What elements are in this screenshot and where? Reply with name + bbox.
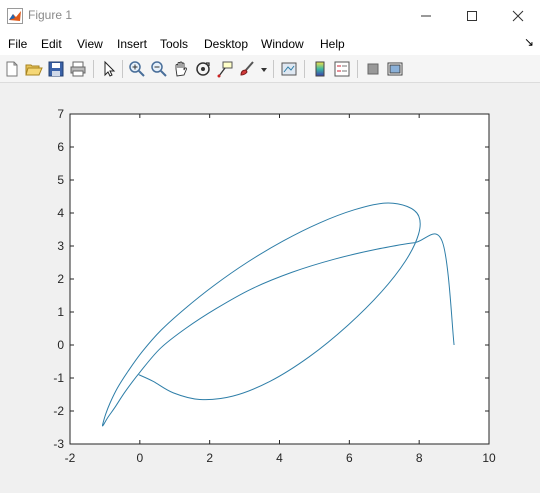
x-tick-label: 10	[482, 451, 496, 465]
colorbar-button[interactable]	[310, 59, 330, 79]
menu-file[interactable]: File	[8, 37, 27, 51]
figure-canvas: -2 0 2 4 6 8 10 -3 -2 -1 0 1 2 3 4 5 6 7	[0, 83, 540, 488]
rotate-icon	[196, 62, 210, 76]
axes-box[interactable]	[69, 113, 490, 445]
brush-button[interactable]	[237, 59, 257, 79]
y-tick-label: -1	[53, 371, 64, 385]
y-tick-label: 3	[57, 239, 64, 253]
figure-toolbar	[0, 55, 540, 83]
y-tick-label: 2	[57, 272, 64, 286]
x-tick-label: 6	[346, 451, 353, 465]
plot-svg: -2 0 2 4 6 8 10-3-2-101234567	[53, 107, 496, 465]
menu-window[interactable]: Window	[261, 37, 304, 51]
x-tick-label: 4	[276, 451, 283, 465]
y-tick-label: -3	[53, 437, 64, 451]
brush-dropdown-button[interactable]	[258, 59, 268, 79]
save-button[interactable]	[46, 59, 66, 79]
y-tick-label: 6	[57, 140, 64, 154]
open-file-button[interactable]	[24, 59, 44, 79]
toolbar-separator	[357, 60, 358, 78]
data-cursor-button[interactable]	[215, 59, 235, 79]
matlab-logo-icon	[7, 8, 23, 24]
print-icon	[70, 61, 86, 77]
menu-view[interactable]: View	[77, 37, 103, 51]
save-icon	[48, 61, 64, 77]
x-tick-label: 0	[136, 451, 143, 465]
zoom-out-icon	[151, 61, 167, 77]
menu-help[interactable]: Help	[320, 37, 345, 51]
menu-desktop[interactable]: Desktop	[204, 37, 248, 51]
open-file-icon	[25, 64, 43, 76]
show-tools-icon	[387, 62, 403, 76]
y-tick-label: 1	[57, 305, 64, 319]
minimize-button[interactable]	[402, 0, 448, 31]
data-cursor-icon	[217, 61, 233, 78]
toolbar-separator	[122, 60, 123, 78]
maximize-icon	[467, 11, 477, 21]
close-icon	[512, 10, 524, 22]
x-tick-label: 2	[206, 451, 213, 465]
y-tick-label: 4	[57, 206, 64, 220]
minimize-icon	[421, 15, 431, 17]
y-tick-label: 0	[57, 338, 64, 352]
toolbar-separator	[304, 60, 305, 78]
pointer-button[interactable]	[99, 59, 119, 79]
zoom-in-icon	[129, 61, 145, 77]
y-tick-label: -2	[53, 404, 64, 418]
zoom-in-button[interactable]	[127, 59, 147, 79]
menu-bar: File Edit View Insert Tools Desktop Wind…	[0, 31, 540, 55]
pointer-icon	[104, 60, 116, 77]
new-figure-icon	[6, 61, 18, 77]
zoom-out-button[interactable]	[149, 59, 169, 79]
toolbar-separator	[93, 60, 94, 78]
link-plot-button[interactable]	[279, 59, 299, 79]
window-title: Figure 1	[28, 8, 73, 22]
y-tick-label: 5	[57, 173, 64, 187]
menu-insert[interactable]: Insert	[117, 37, 147, 51]
maximize-button[interactable]	[448, 0, 494, 31]
pan-icon	[175, 61, 187, 77]
legend-icon	[334, 61, 350, 77]
show-plot-tools-button[interactable]	[385, 59, 405, 79]
window-title-bar: Figure 1	[0, 0, 540, 31]
toolbar-separator	[273, 60, 274, 78]
close-button[interactable]	[494, 0, 540, 31]
brush-icon	[240, 61, 254, 76]
hide-plot-tools-button[interactable]	[363, 59, 383, 79]
new-figure-button[interactable]	[2, 59, 22, 79]
rotate-button[interactable]	[193, 59, 213, 79]
x-tick-label: 8	[416, 451, 423, 465]
hide-tools-icon	[367, 63, 379, 75]
x-tick-label: -2	[65, 451, 76, 465]
link-plot-icon	[281, 62, 297, 76]
legend-button[interactable]	[332, 59, 352, 79]
colorbar-icon	[315, 61, 325, 77]
brush-dropdown-icon	[261, 68, 267, 72]
menu-tools[interactable]: Tools	[160, 37, 188, 51]
pan-button[interactable]	[171, 59, 191, 79]
menu-edit[interactable]: Edit	[41, 37, 62, 51]
dock-arrow-icon[interactable]: ↘	[524, 35, 534, 49]
print-button[interactable]	[68, 59, 88, 79]
y-tick-label: 7	[57, 107, 64, 121]
